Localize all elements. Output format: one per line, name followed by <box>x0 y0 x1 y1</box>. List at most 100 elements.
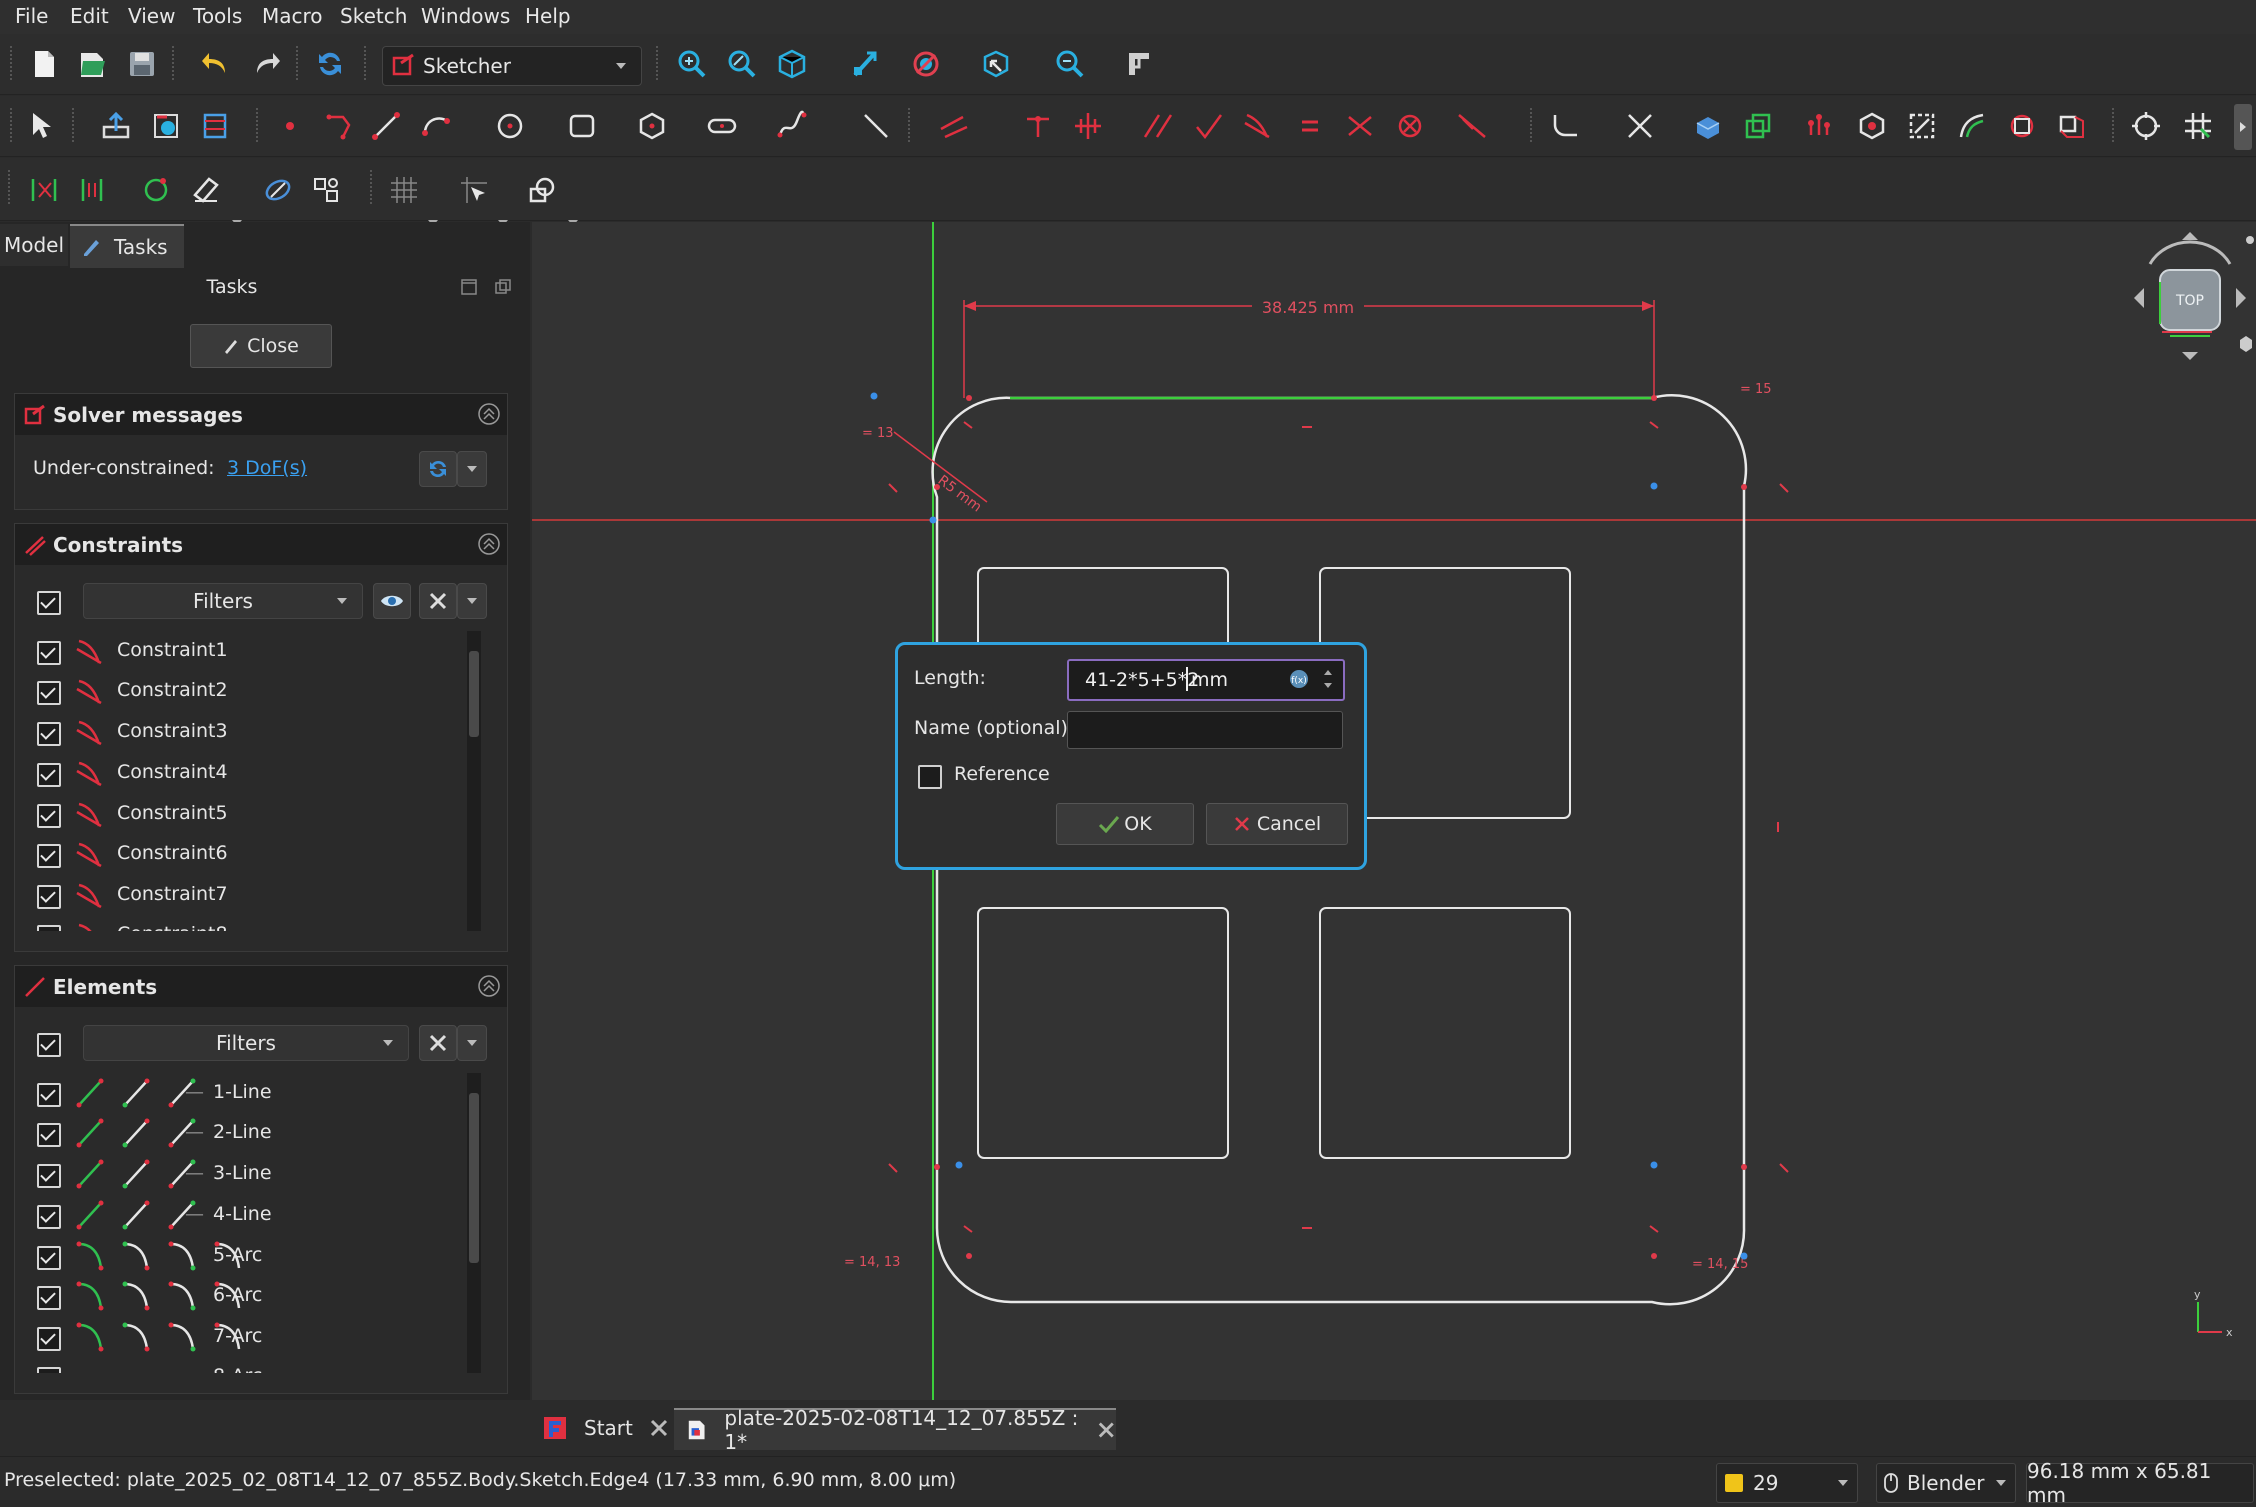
element-checkbox[interactable] <box>37 1246 61 1270</box>
stereo-button[interactable] <box>906 44 946 84</box>
scrollbar-thumb[interactable] <box>469 1093 479 1263</box>
tab-document[interactable]: plate-2025-02-08T14_12_07.855Z : 1* <box>674 1406 1116 1454</box>
toolbar-grip[interactable] <box>10 46 18 80</box>
close-task-button[interactable]: Close <box>190 324 332 368</box>
collapse-icon[interactable] <box>477 532 501 556</box>
close-icon[interactable] <box>649 1418 669 1438</box>
float-icon[interactable] <box>494 278 512 296</box>
menu-edit[interactable]: Edit <box>70 4 109 28</box>
constrain-perpendicular-button[interactable] <box>1188 106 1228 146</box>
create-slot-button[interactable] <box>702 106 742 146</box>
close-icon[interactable] <box>1097 1420 1116 1440</box>
equal-marker[interactable]: = 14, 15 <box>1692 1257 1748 1272</box>
elements-header[interactable]: Elements <box>14 965 508 1008</box>
remove-axes-alignment-button[interactable] <box>2126 106 2166 146</box>
clone-button[interactable] <box>1902 106 1942 146</box>
constrain-block-button[interactable] <box>1390 106 1430 146</box>
toolbar-grip[interactable] <box>72 108 80 142</box>
list-item[interactable]: Constraint1 <box>25 631 465 671</box>
create-circle-button[interactable] <box>490 106 530 146</box>
collapse-icon[interactable] <box>477 974 501 998</box>
new-document-button[interactable] <box>24 44 64 84</box>
view-section-button[interactable] <box>194 106 234 146</box>
radius-dimension-line[interactable] <box>893 431 988 503</box>
constraints-header[interactable]: Constraints <box>14 523 508 566</box>
create-line-button[interactable] <box>366 106 406 146</box>
toggle-snap-button[interactable] <box>454 170 494 210</box>
workbench-selector[interactable]: Sketcher <box>382 46 642 86</box>
constraint-checkbox[interactable] <box>37 722 61 746</box>
solver-options-dropdown[interactable] <box>457 451 487 487</box>
symmetry-tool-button[interactable] <box>1852 106 1892 146</box>
bounding-box-button[interactable] <box>846 44 886 84</box>
3d-viewport[interactable]: 38.425 mm R5 mm = 15 = 13 = 14, 13 = 14,… <box>532 222 2256 1400</box>
reference-checkbox[interactable] <box>918 765 942 789</box>
collapse-icon[interactable] <box>477 402 501 426</box>
tab-start[interactable]: Start <box>536 1408 674 1448</box>
navigation-cube[interactable]: TOP <box>2124 228 2256 368</box>
menu-macro[interactable]: Macro <box>262 4 323 28</box>
toggle-construction-button[interactable] <box>72 170 112 210</box>
select-constraints-button[interactable] <box>1802 106 1842 146</box>
constraint-checkbox[interactable] <box>37 763 61 787</box>
dimension-label[interactable]: 38.425 mm <box>1262 298 1354 317</box>
dof-link[interactable]: 3 DoF(s) <box>227 457 307 479</box>
elements-scrollbar[interactable] <box>467 1073 481 1373</box>
toolbar-grip[interactable] <box>908 108 916 142</box>
expression-icon[interactable]: f(x) <box>1287 667 1311 691</box>
toolbar-grip[interactable] <box>8 170 16 204</box>
menu-file[interactable]: File <box>15 4 48 28</box>
draw-style-button[interactable] <box>772 44 812 84</box>
navigation-style-selector[interactable]: Blender <box>1876 1463 2016 1503</box>
toolbar-grip[interactable] <box>296 46 304 80</box>
fit-all-button[interactable] <box>672 44 712 84</box>
toolbar-grip[interactable] <box>370 170 378 204</box>
constraints-settings-dropdown[interactable] <box>457 583 487 619</box>
trim-button[interactable] <box>1620 106 1660 146</box>
constraint-checkbox[interactable] <box>37 804 61 828</box>
whats-this-button[interactable] <box>22 106 62 146</box>
switch-virtual-space-button[interactable] <box>24 170 64 210</box>
list-item[interactable]: Constraint8 <box>25 915 465 931</box>
elements-filter-combo[interactable]: Filters <box>83 1025 409 1061</box>
list-item[interactable]: 8-Arc <box>25 1357 465 1373</box>
toggle-driving-button[interactable] <box>1452 106 1492 146</box>
toolbar-grip[interactable] <box>10 108 18 142</box>
cancel-button[interactable]: Cancel <box>1206 803 1348 845</box>
close-shape-button[interactable] <box>136 170 176 210</box>
scale-button[interactable] <box>2052 106 2092 146</box>
std-views-button[interactable] <box>976 44 1016 84</box>
update-solver-button[interactable] <box>419 451 457 487</box>
tab-model[interactable]: Model <box>0 224 68 266</box>
leave-sketch-button[interactable] <box>96 106 136 146</box>
undo-button[interactable] <box>196 44 236 84</box>
element-checkbox[interactable] <box>37 1083 61 1107</box>
constraints-settings-button[interactable] <box>419 583 457 619</box>
constrain-coincident-button[interactable] <box>1018 106 1058 146</box>
redo-button[interactable] <box>246 44 286 84</box>
toolbar-grip[interactable] <box>1530 108 1538 142</box>
equal-marker[interactable]: = 15 <box>1740 382 1772 397</box>
toolbar-grip[interactable] <box>172 46 180 80</box>
construction-mode-button[interactable] <box>856 106 896 146</box>
name-input[interactable] <box>1067 711 1343 749</box>
dimension-button[interactable] <box>934 106 974 146</box>
constraints-select-all-checkbox[interactable] <box>37 591 61 615</box>
menu-tools[interactable]: Tools <box>193 4 242 28</box>
constraint-checkbox[interactable] <box>37 925 61 931</box>
length-input[interactable]: 41-2*5+5*2 mm f(x) <box>1067 659 1345 701</box>
element-checkbox[interactable] <box>37 1327 61 1351</box>
refresh-button[interactable] <box>310 44 350 84</box>
list-item[interactable]: —4-Line <box>25 1195 465 1235</box>
elements-settings-dropdown[interactable] <box>457 1025 487 1061</box>
list-item[interactable]: Constraint6 <box>25 834 465 874</box>
list-item[interactable]: Constraint2 <box>25 671 465 711</box>
toolbar-grip[interactable] <box>2112 108 2120 142</box>
toolbar-overflow-button[interactable] <box>2234 104 2252 150</box>
list-item[interactable]: Constraint3 <box>25 712 465 752</box>
rendering-order-button[interactable] <box>522 170 562 210</box>
constraints-filter-combo[interactable]: Filters <box>83 583 363 619</box>
menu-sketch[interactable]: Sketch <box>340 4 407 28</box>
zoom-button[interactable] <box>1050 44 1090 84</box>
create-polygon-button[interactable] <box>632 106 672 146</box>
